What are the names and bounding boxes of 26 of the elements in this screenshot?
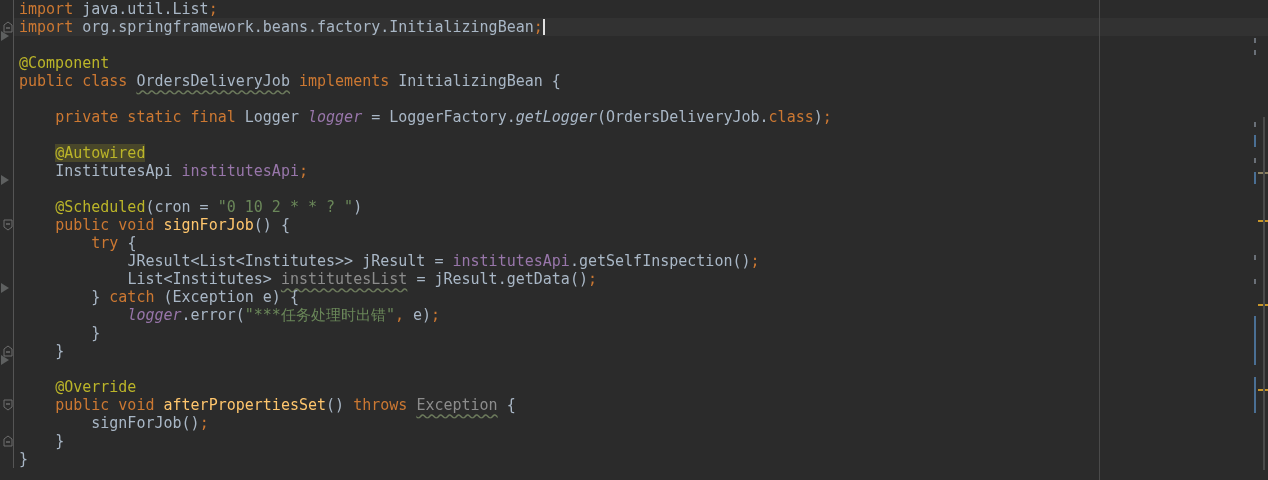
code-line: } catch (Exception e) { — [90, 288, 299, 306]
code-line: public class OrdersDeliveryJob implements InitializingBean { — [19, 72, 561, 90]
text-caret — [542, 19, 545, 35]
code-line: List<Institutes> institutesList = jResult.getData(); — [126, 270, 597, 288]
fold-icon[interactable] — [3, 435, 13, 447]
code-line: public void signForJob() { — [54, 216, 290, 234]
code-line: private static final Logger logger = LoggerFactory.getLogger(OrdersDeliveryJob.class); — [54, 108, 832, 126]
code-line: import org.springframework.beans.factory.InitializingBean; — [19, 18, 543, 36]
code-line: try { — [90, 234, 137, 252]
code-line: JResult<List<Institutes>> jResult = institutesApi.getSelfInspection(); — [126, 252, 760, 270]
fold-icon[interactable] — [3, 21, 13, 33]
code-line: @Scheduled(cron = "0 10 2 * * ? ") — [54, 198, 363, 216]
code-line: } — [54, 342, 65, 360]
code-line: } — [54, 432, 65, 450]
code-line: InstitutesApi institutesApi; — [54, 162, 308, 180]
fold-icon[interactable] — [3, 219, 13, 231]
code-line: logger.error("***任务处理时出错", e); — [126, 306, 441, 324]
fold-icon[interactable] — [3, 345, 13, 357]
code-line: import java.util.List; — [19, 0, 218, 18]
code-line: } — [90, 324, 101, 342]
code-line: public void afterPropertiesSet() throws Exception { — [54, 396, 516, 414]
code-line: signForJob(); — [90, 414, 209, 432]
code-line: } — [19, 450, 29, 468]
fold-icon[interactable] — [3, 399, 13, 411]
code-line: @Override — [54, 378, 137, 396]
code-line: @Component — [19, 54, 110, 72]
